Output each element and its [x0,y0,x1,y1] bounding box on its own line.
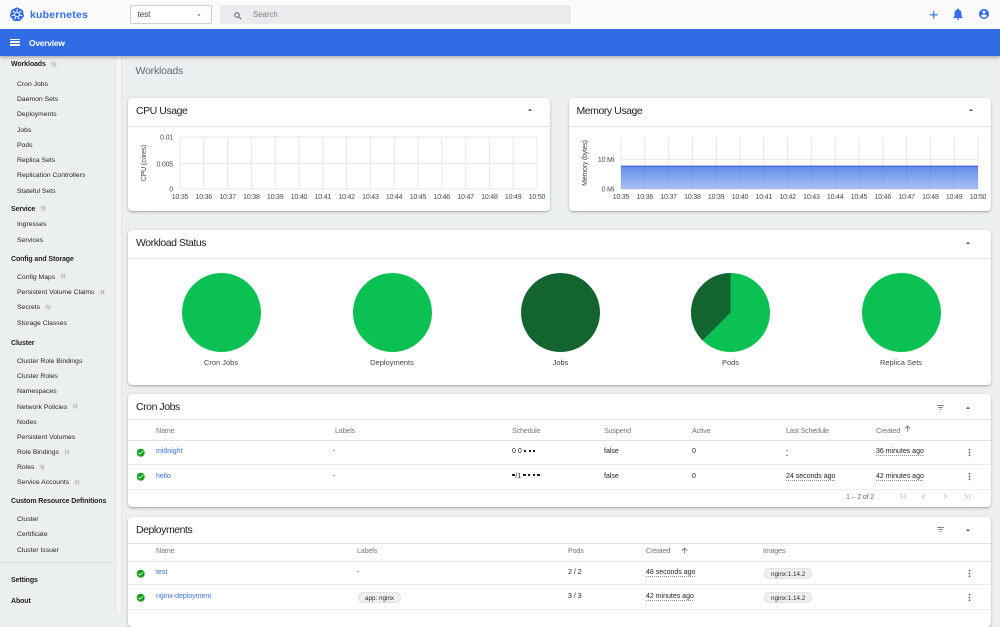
svg-text:10:45: 10:45 [850,194,867,201]
svg-text:10:46: 10:46 [434,194,451,201]
svg-text:10:41: 10:41 [755,194,772,201]
svg-text:10:50: 10:50 [969,194,986,201]
svg-text:10:37: 10:37 [219,194,236,201]
svg-text:10:48: 10:48 [481,194,498,201]
svg-text:0 Mi: 0 Mi [601,187,614,194]
svg-text:10:41: 10:41 [315,194,332,201]
svg-text:10:40: 10:40 [731,194,748,201]
svg-text:10:36: 10:36 [196,194,213,201]
svg-text:10:49: 10:49 [945,194,962,201]
svg-text:10:40: 10:40 [291,194,308,201]
svg-text:10:47: 10:47 [898,194,915,201]
svg-text:Memory (bytes): Memory (bytes) [582,140,589,186]
svg-text:10 Mi: 10 Mi [597,157,614,164]
svg-text:CPU (cores): CPU (cores) [141,145,148,181]
svg-text:10:42: 10:42 [779,194,796,201]
svg-text:10:39: 10:39 [707,194,724,201]
svg-text:0.005: 0.005 [156,161,173,168]
svg-text:10:43: 10:43 [362,194,379,201]
svg-text:10:44: 10:44 [386,194,403,201]
svg-text:10:35: 10:35 [612,194,629,201]
svg-text:10:36: 10:36 [636,194,653,201]
svg-text:10:37: 10:37 [660,194,677,201]
svg-text:10:45: 10:45 [410,194,427,201]
svg-text:10:38: 10:38 [684,194,701,201]
svg-text:10:50: 10:50 [529,194,546,201]
svg-text:10:43: 10:43 [803,194,820,201]
svg-text:10:35: 10:35 [172,194,189,201]
svg-text:10:38: 10:38 [243,194,260,201]
svg-text:10:42: 10:42 [338,194,355,201]
svg-text:0: 0 [169,187,173,194]
svg-text:0.01: 0.01 [160,135,173,142]
svg-text:10:48: 10:48 [922,194,939,201]
svg-text:10:47: 10:47 [457,194,474,201]
svg-text:10:49: 10:49 [505,194,522,201]
svg-text:10:46: 10:46 [874,194,891,201]
svg-text:10:39: 10:39 [267,194,284,201]
svg-text:10:44: 10:44 [826,194,843,201]
